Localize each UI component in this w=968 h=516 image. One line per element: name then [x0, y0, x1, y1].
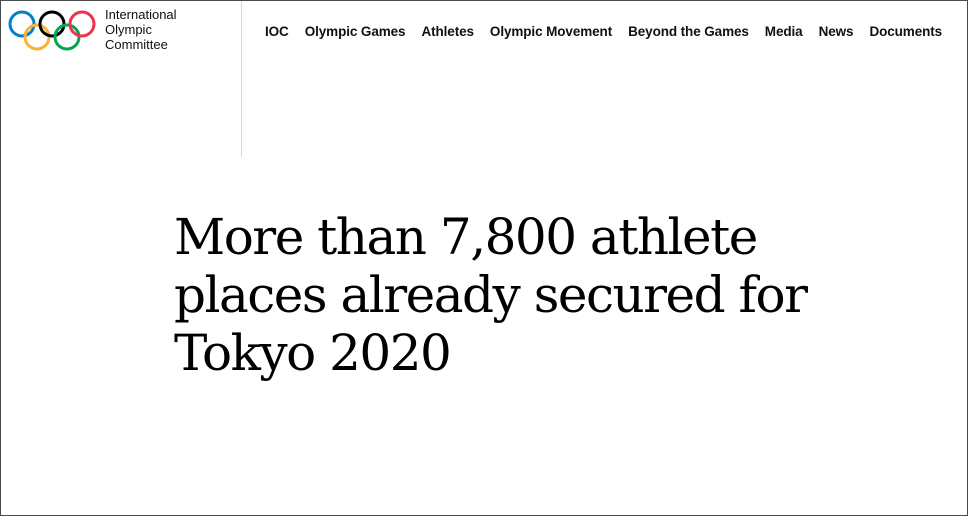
nav-item-ioc[interactable]: IOC — [265, 24, 289, 39]
logo-line-3: Committee — [105, 37, 168, 52]
article-headline: More than 7,800 athlete places already s… — [174, 208, 808, 382]
logo-wordmark: International Olympic Committee — [105, 7, 177, 52]
nav-item-media[interactable]: Media — [765, 24, 803, 39]
nav-item-athletes[interactable]: Athletes — [421, 24, 474, 39]
olympic-rings-icon — [8, 10, 96, 51]
main-nav: IOC Olympic Games Athletes Olympic Movem… — [265, 24, 942, 39]
ioc-logo-link[interactable]: International Olympic Committee — [7, 7, 177, 53]
logo-line-2: Olympic — [105, 22, 152, 37]
nav-item-documents[interactable]: Documents — [869, 24, 942, 39]
nav-item-olympic-games[interactable]: Olympic Games — [305, 24, 406, 39]
nav-item-news[interactable]: News — [819, 24, 854, 39]
logo-line-1: International — [105, 7, 177, 22]
nav-item-olympic-movement[interactable]: Olympic Movement — [490, 24, 612, 39]
page-frame: International Olympic Committee IOC Olym… — [0, 0, 968, 516]
header-divider — [241, 1, 242, 157]
nav-item-beyond-the-games[interactable]: Beyond the Games — [628, 24, 749, 39]
